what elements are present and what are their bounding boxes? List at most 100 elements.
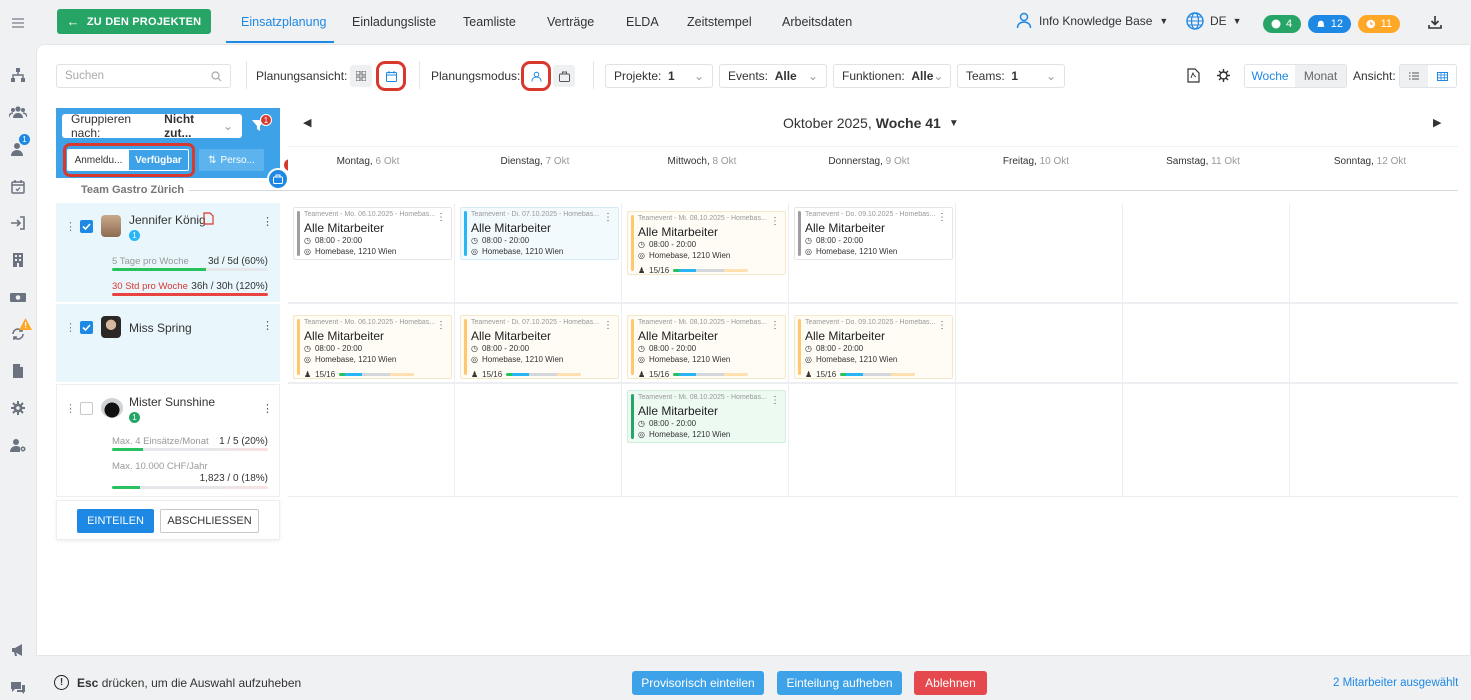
row-checkbox[interactable]	[80, 402, 93, 415]
person-row-jennifer[interactable]: ⋮⋮ Jennifer König 1 ⋮ 5 Tage pro Woche 3…	[56, 203, 280, 302]
stat-label: Max. 10.000 CHF/Jahr	[112, 461, 208, 472]
group-by-select[interactable]: Gruppieren nach: Nicht zut... ⌄	[62, 112, 242, 140]
woche-button[interactable]: Woche	[1245, 65, 1296, 87]
ablehnen-button[interactable]: Ablehnen	[914, 671, 987, 695]
progress-bar	[112, 268, 268, 271]
event-title: Alle Mitarbeiter	[304, 329, 385, 343]
week-title[interactable]: Oktober 2025, Woche 41 ▼	[783, 115, 959, 131]
person-row-miss-spring[interactable]: ⋮⋮ Miss Spring ⋮	[56, 304, 280, 382]
assign-bag-button[interactable]	[267, 168, 289, 190]
tab-vertraege[interactable]: Verträge	[547, 15, 594, 29]
gear-icon[interactable]	[9, 399, 27, 417]
period-toggle: Woche Monat	[1244, 64, 1347, 88]
tab-elda[interactable]: ELDA	[626, 15, 659, 29]
more-icon[interactable]: ⋮	[770, 217, 780, 227]
table-view-button[interactable]	[1428, 65, 1456, 87]
event-header: Teamevent - Mi. 08.10.2025 - Homebas...	[638, 319, 767, 326]
tab-arbeitsdaten[interactable]: Arbeitsdaten	[782, 15, 852, 29]
more-icon[interactable]: ⋮	[262, 215, 273, 228]
megaphone-icon[interactable]	[9, 641, 27, 659]
day-header-sun: Sonntag, 12 Okt	[1333, 156, 1407, 167]
grid-view-button[interactable]	[350, 65, 372, 87]
prev-week-button[interactable]: ◀	[303, 116, 311, 129]
event-card[interactable]: Teamevent - Mi. 08.10.2025 - Homebas... ⋮…	[627, 211, 786, 275]
tab-einladungsliste[interactable]: Einladungsliste	[352, 15, 436, 29]
event-card[interactable]: Teamevent - Mi. 08.10.2025 - Homebas... ⋮…	[627, 315, 786, 379]
filter-teams[interactable]: Teams: 1 ⌄	[957, 64, 1065, 88]
more-icon[interactable]: ⋮	[603, 321, 613, 331]
einteilung-aufheben-button[interactable]: Einteilung aufheben	[777, 671, 902, 695]
document-icon[interactable]	[9, 362, 27, 380]
timers-badge[interactable]: 11	[1358, 15, 1400, 33]
org-chart-icon[interactable]	[9, 66, 27, 84]
divider	[419, 61, 420, 89]
job-mode-button[interactable]	[553, 65, 575, 87]
back-to-projects-button[interactable]: ← ZU DEN PROJEKTEN	[57, 9, 211, 34]
event-title: Alle Mitarbeiter	[471, 221, 552, 235]
tab-einsatzplanung[interactable]: Einsatzplanung	[241, 15, 326, 29]
esc-hint: Esc drücken, um die Auswahl aufzuheben	[77, 676, 302, 690]
chevron-down-icon: ⌄	[693, 69, 704, 83]
event-title: Alle Mitarbeiter	[805, 221, 886, 235]
einteilen-button[interactable]: EINTEILEN	[77, 509, 154, 533]
more-icon[interactable]: ⋮	[436, 321, 446, 331]
gear-icon[interactable]	[1217, 69, 1230, 82]
event-card[interactable]: Teamevent - Mo. 06.10.2025 - Homebas... ⋮…	[293, 315, 452, 379]
more-icon[interactable]: ⋮	[436, 213, 446, 223]
user-menu[interactable]: Info Knowledge Base ▼	[1016, 12, 1168, 29]
notifications-badge[interactable]: 12	[1308, 15, 1351, 33]
more-icon[interactable]: ⋮	[603, 213, 613, 223]
pdf-icon[interactable]	[203, 212, 214, 225]
filter-funktionen[interactable]: Funktionen: Alle ⌄	[833, 64, 951, 88]
list-view-button[interactable]	[1400, 65, 1428, 87]
row-checkbox[interactable]	[80, 220, 93, 233]
messages-badge[interactable]: 4	[1263, 15, 1301, 33]
day-header-sat: Samstag, 11 Okt	[1166, 156, 1240, 167]
tab-teamliste[interactable]: Teamliste	[463, 15, 516, 29]
chat-icon[interactable]	[9, 678, 27, 696]
more-icon[interactable]: ⋮	[770, 321, 780, 331]
event-card[interactable]: Teamevent - Di. 07.10.2025 - Homebas... ⋮…	[460, 207, 619, 260]
tab-zeitstempel[interactable]: Zeitstempel	[687, 15, 752, 29]
more-icon[interactable]: ⋮	[262, 319, 273, 332]
abschliessen-button[interactable]: ABSCHLIESSEN	[160, 509, 259, 533]
clock-icon: ◷	[304, 344, 311, 353]
event-card[interactable]: Teamevent - Mi. 08.10.2025 - Homebas... ⋮…	[627, 390, 786, 443]
next-week-button[interactable]: ▶	[1433, 116, 1441, 129]
users-icon[interactable]	[9, 103, 27, 121]
more-icon[interactable]: ⋮	[937, 321, 947, 331]
event-time: ◷ 08:00 - 20:00	[304, 236, 363, 245]
filter-projekte[interactable]: Projekte: 1 ⌄	[605, 64, 713, 88]
provisorisch-einteilen-button[interactable]: Provisorisch einteilen	[632, 671, 764, 695]
person-row-mister-sunshine[interactable]: ⋮⋮ Mister Sunshine 1 ⋮ Max. 4 Einsätze/M…	[56, 384, 280, 497]
download-icon[interactable]	[1427, 14, 1443, 30]
language-select[interactable]: DE ▼	[1186, 12, 1242, 30]
arrow-left-icon: ←	[66, 14, 80, 29]
search-input[interactable]: Suchen	[56, 64, 231, 88]
user-badge: 1	[19, 134, 30, 145]
event-card[interactable]: Teamevent - Mo. 06.10.2025 - Homebas... ⋮…	[293, 207, 452, 260]
user-settings-icon[interactable]	[9, 436, 27, 454]
filter-events[interactable]: Events: Alle ⌄	[719, 64, 827, 88]
more-icon[interactable]: ⋮	[937, 213, 947, 223]
avatar	[101, 316, 121, 338]
monat-button[interactable]: Monat	[1295, 65, 1346, 87]
event-accent	[798, 211, 801, 256]
table-icon	[1436, 71, 1448, 81]
money-icon[interactable]	[9, 288, 27, 306]
event-card[interactable]: Teamevent - Do. 09.10.2025 - Homebas... ⋮…	[794, 315, 953, 379]
pdf-export-icon[interactable]	[1187, 68, 1200, 83]
building-icon[interactable]	[9, 251, 27, 269]
menu-icon[interactable]	[9, 14, 27, 32]
more-icon[interactable]: ⋮	[262, 402, 273, 415]
sort-person-button[interactable]: ⇅ Perso...	[199, 149, 264, 171]
clock-icon: ◷	[638, 240, 645, 249]
login-icon[interactable]	[9, 214, 27, 232]
calendar-icon[interactable]	[9, 178, 27, 196]
bell-icon	[1316, 20, 1325, 27]
event-card[interactable]: Teamevent - Do. 09.10.2025 - Homebas... ⋮…	[794, 207, 953, 260]
row-checkbox[interactable]	[80, 321, 93, 334]
check-icon	[82, 324, 91, 332]
more-icon[interactable]: ⋮	[770, 396, 780, 406]
event-card[interactable]: Teamevent - Di. 07.10.2025 - Homebas... ⋮…	[460, 315, 619, 379]
